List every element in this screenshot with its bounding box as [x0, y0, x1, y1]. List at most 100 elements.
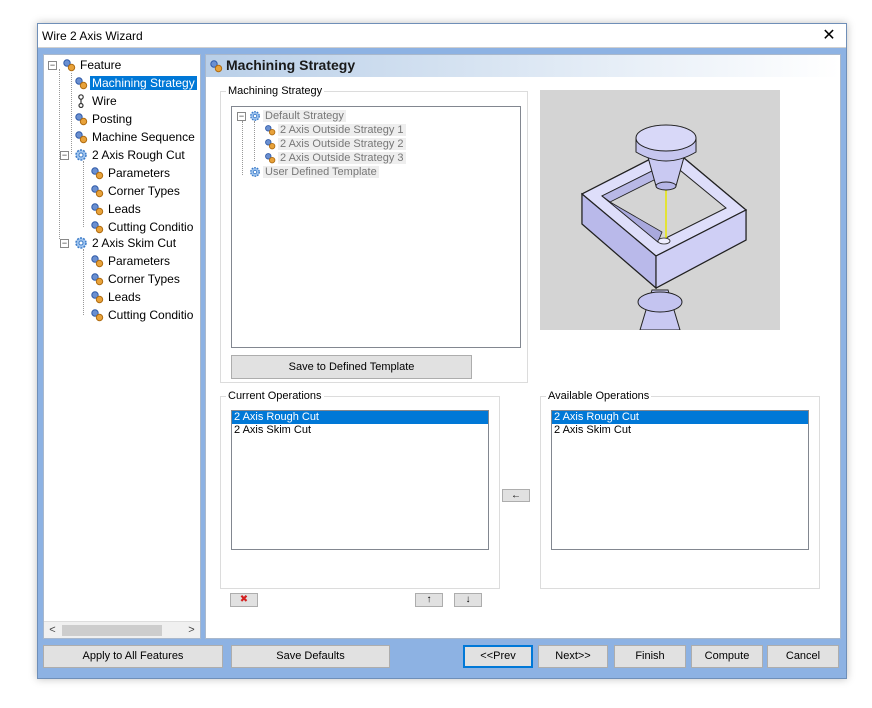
move-to-current-button[interactable]: ← [502, 489, 530, 502]
gear-step-icon [91, 185, 104, 198]
tree-item-machine-sequence[interactable]: Machine Sequence [74, 129, 197, 146]
strategy-item-outside-2[interactable]: 2 Axis Outside Strategy 2 [264, 137, 406, 151]
gear-step-icon [91, 273, 104, 286]
close-icon[interactable]: ✕ [812, 24, 846, 48]
tree-item-skim-cutting-conditions[interactable]: Cutting Conditio [90, 307, 195, 324]
tree-item-wire[interactable]: Wire [74, 93, 119, 110]
tree-item-label: Leads [108, 290, 141, 304]
move-down-button[interactable]: ↓ [454, 593, 482, 607]
save-defaults-button[interactable]: Save Defaults [231, 645, 390, 668]
tree-item-machining-strategy[interactable]: Machining Strategy [74, 75, 197, 92]
current-op-item[interactable]: 2 Axis Skim Cut [232, 424, 488, 437]
available-operations-list[interactable]: 2 Axis Rough Cut 2 Axis Skim Cut [551, 410, 809, 550]
current-operations-list[interactable]: 2 Axis Rough Cut 2 Axis Skim Cut [231, 410, 489, 550]
tree-item-label: 2 Axis Skim Cut [92, 236, 177, 250]
tree-item-label: Corner Types [108, 272, 180, 286]
tree-item-skim-corner-types[interactable]: Corner Types [90, 271, 182, 288]
move-up-button[interactable]: ↑ [415, 593, 443, 607]
gear-step-icon [265, 139, 276, 150]
tree-item-label: Leads [108, 202, 141, 216]
delete-icon: ✖ [239, 594, 249, 605]
gear-step-icon [75, 77, 88, 90]
strategy-tree[interactable]: − Default Strategy 2 Axis Outside Strate… [231, 106, 521, 348]
scroll-left-icon[interactable]: < [44, 622, 61, 638]
gear-step-icon [75, 131, 88, 144]
collapse-skim-cut-icon[interactable]: − [60, 239, 69, 248]
strategy-group-label: Machining Strategy [226, 85, 325, 97]
collapse-default-strategy-icon[interactable]: − [237, 112, 246, 121]
tree-item-label: 2 Axis Rough Cut [92, 148, 185, 162]
tree-item-skim-cut[interactable]: 2 Axis Skim Cut [74, 235, 178, 252]
tree-item-rough-cut[interactable]: 2 Axis Rough Cut [74, 147, 187, 164]
tree-item-label: Posting [92, 112, 133, 126]
strategy-item-default[interactable]: Default Strategy [249, 109, 346, 123]
current-operations-group: Current Operations 2 Axis Rough Cut 2 Ax… [220, 390, 500, 589]
operation-gear-icon [75, 237, 87, 249]
tree-item-rough-leads[interactable]: Leads [90, 201, 143, 218]
tree-item-feature[interactable]: Feature [62, 57, 123, 74]
strategy-item-label: User Defined Template [263, 166, 379, 178]
page-title: Machining Strategy [226, 57, 356, 73]
finish-button[interactable]: Finish [614, 645, 686, 668]
tree-item-label: Machining Strategy [90, 76, 197, 90]
tree-item-label: Wire [92, 94, 117, 108]
operation-gear-icon [250, 167, 260, 177]
available-operations-label: Available Operations [546, 390, 652, 402]
gear-step-icon [63, 59, 76, 72]
gear-step-icon [75, 113, 88, 126]
collapse-rough-cut-icon[interactable]: − [60, 151, 69, 160]
gear-step-icon [91, 167, 104, 180]
strategy-item-label: 2 Axis Outside Strategy 1 [278, 124, 406, 136]
arrow-up-icon: ↑ [426, 594, 432, 605]
tree-item-skim-leads[interactable]: Leads [90, 289, 143, 306]
strategy-item-label: 2 Axis Outside Strategy 2 [278, 138, 406, 150]
tree-item-label: Cutting Conditio [108, 308, 194, 322]
scroll-right-icon[interactable]: > [183, 622, 200, 638]
tree-item-rough-cutting-conditions[interactable]: Cutting Conditio [90, 219, 195, 236]
strategy-item-user-defined[interactable]: User Defined Template [249, 165, 379, 179]
scrollbar-thumb[interactable] [62, 625, 162, 636]
gear-step-icon [210, 60, 223, 73]
strategy-item-label: Default Strategy [263, 110, 346, 122]
strategy-item-outside-3[interactable]: 2 Axis Outside Strategy 3 [264, 151, 406, 165]
strategy-item-outside-1[interactable]: 2 Axis Outside Strategy 1 [264, 123, 406, 137]
gear-step-icon [91, 309, 104, 322]
title-bar: Wire 2 Axis Wizard ✕ [38, 24, 846, 48]
tree-horizontal-scrollbar[interactable]: < > [44, 621, 200, 638]
gear-step-icon [91, 221, 104, 234]
wizard-window: Wire 2 Axis Wizard ✕ − Feature Machining… [37, 23, 847, 679]
compute-button[interactable]: Compute [691, 645, 763, 668]
available-operations-group: Available Operations 2 Axis Rough Cut 2 … [540, 390, 820, 589]
current-op-item[interactable]: 2 Axis Rough Cut [232, 411, 488, 424]
tree-item-rough-corner-types[interactable]: Corner Types [90, 183, 182, 200]
operation-gear-icon [75, 149, 87, 161]
tree-item-skim-parameters[interactable]: Parameters [90, 253, 172, 270]
save-template-button[interactable]: Save to Defined Template [231, 355, 472, 379]
tree-item-rough-parameters[interactable]: Parameters [90, 165, 172, 182]
model-preview [540, 90, 780, 331]
content-panel: Machining Strategy Machining Strategy − … [205, 54, 841, 639]
collapse-feature-icon[interactable]: − [48, 61, 57, 70]
apply-to-all-features-button[interactable]: Apply to All Features [43, 645, 223, 668]
gear-step-icon [91, 203, 104, 216]
available-op-item[interactable]: 2 Axis Rough Cut [552, 411, 808, 424]
feature-tree: − Feature Machining Strategy Wire Postin… [43, 54, 201, 639]
tree-item-label: Parameters [108, 254, 171, 268]
gear-step-icon [91, 255, 104, 268]
next-button[interactable]: Next>> [538, 645, 608, 668]
tree-item-label: Machine Sequence [92, 130, 195, 144]
operation-gear-icon [250, 111, 260, 121]
tree-item-label: Parameters [108, 166, 171, 180]
strategy-group: Machining Strategy − Default Strategy 2 … [220, 85, 528, 383]
prev-button[interactable]: <<Prev [463, 645, 533, 668]
gear-step-icon [265, 125, 276, 136]
section-header: Machining Strategy [206, 55, 840, 77]
delete-operation-button[interactable]: ✖ [230, 593, 258, 607]
tree-item-label: Cutting Conditio [108, 220, 194, 234]
gear-step-icon [265, 153, 276, 164]
window-title: Wire 2 Axis Wizard [42, 29, 143, 43]
tree-item-posting[interactable]: Posting [74, 111, 134, 128]
wire-icon [78, 94, 84, 108]
cancel-button[interactable]: Cancel [767, 645, 839, 668]
available-op-item[interactable]: 2 Axis Skim Cut [552, 424, 808, 437]
